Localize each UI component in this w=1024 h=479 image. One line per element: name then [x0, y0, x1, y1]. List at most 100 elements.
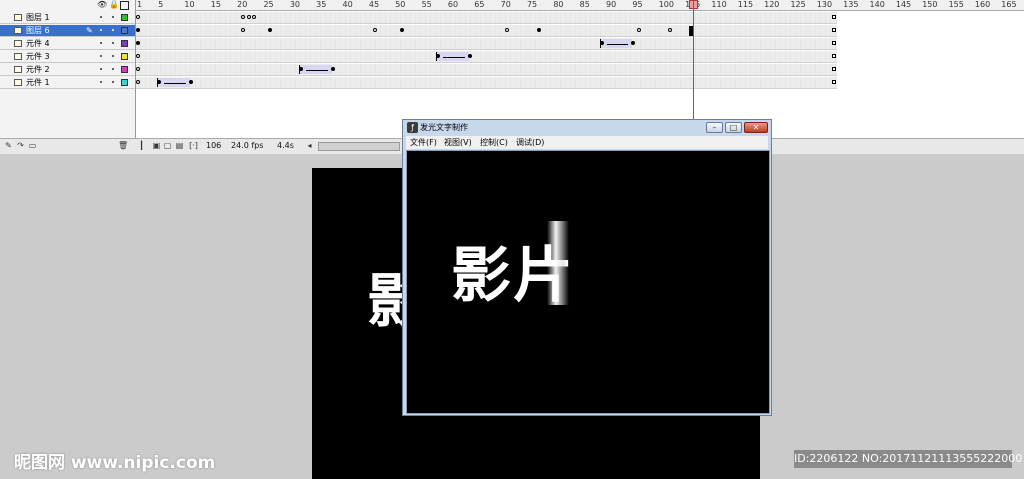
tween-arrow	[606, 44, 629, 45]
onion-skin-icon[interactable]: ▣	[152, 141, 161, 150]
layer-row[interactable]: 元件 1	[0, 77, 135, 89]
span-end-marker[interactable]	[831, 54, 836, 58]
keyframe[interactable]	[373, 28, 378, 32]
motion-tween[interactable]	[299, 65, 332, 74]
keyframe[interactable]	[246, 15, 251, 19]
ruler-tick-label: 150	[922, 0, 938, 9]
layer-type-icon	[14, 14, 22, 21]
frame-row[interactable]	[136, 25, 837, 37]
modify-markers-icon[interactable]: [·]	[189, 141, 198, 150]
keyframe[interactable]	[136, 41, 140, 45]
menu-control[interactable]: 控制(C)	[480, 137, 508, 148]
keyframe[interactable]	[136, 15, 140, 19]
outline-color-swatch[interactable]	[121, 14, 128, 21]
lock-icon[interactable]: 🔒	[109, 0, 119, 9]
span-end-marker[interactable]	[831, 80, 836, 84]
visibility-toggle[interactable]	[100, 68, 102, 70]
span-end-marker[interactable]	[831, 15, 836, 19]
outline-color-swatch[interactable]	[121, 79, 128, 86]
keyframe[interactable]	[136, 54, 140, 58]
layer-row[interactable]: 元件 3	[0, 51, 135, 63]
frame-row[interactable]	[136, 12, 837, 24]
layer-row[interactable]: 图层 6 ✎	[0, 25, 135, 37]
keyframe[interactable]	[330, 67, 335, 71]
visibility-toggle[interactable]	[100, 29, 102, 31]
frame-ruler[interactable]: 1 5 10 15 20 25 30 35 40 45 50 55 60 65 70 75 80 85 90 95 10…	[136, 0, 1024, 11]
keyframe[interactable]	[241, 15, 246, 19]
add-layer-icon[interactable]: ✎	[4, 141, 13, 150]
player-title-bar[interactable]: ƒ 发光文字制作 – □ ✕	[403, 120, 771, 136]
frame-row[interactable]	[136, 77, 837, 89]
timeline-hscroll[interactable]	[318, 142, 400, 151]
keyframe[interactable]	[636, 28, 641, 32]
maximize-button[interactable]: □	[725, 122, 742, 133]
minimize-button[interactable]: –	[706, 122, 723, 133]
layer-row[interactable]: 元件 4	[0, 38, 135, 50]
ruler-tick-label: 145	[895, 0, 912, 9]
keyframe[interactable]	[188, 80, 193, 84]
add-motion-guide-icon[interactable]: ↷	[16, 141, 25, 150]
edit-multiple-frames-icon[interactable]: ▤	[175, 141, 184, 150]
keyframe[interactable]	[136, 28, 140, 32]
keyframe[interactable]	[599, 41, 604, 45]
lock-toggle[interactable]	[112, 55, 114, 57]
layer-row[interactable]: 图层 1	[0, 12, 135, 24]
outline-color-swatch[interactable]	[121, 66, 128, 73]
scroll-left-icon[interactable]: ◂	[305, 141, 314, 150]
add-folder-icon[interactable]: ▭	[28, 141, 37, 150]
visibility-toggle[interactable]	[100, 55, 102, 57]
visibility-toggle[interactable]	[100, 81, 102, 83]
ruler-tick-label: 35	[316, 0, 327, 9]
onion-outline-icon[interactable]: ▢	[163, 141, 172, 150]
keyframe[interactable]	[504, 28, 509, 32]
player-menu-bar: 文件(F) 视图(V) 控制(C) 调试(D)	[406, 136, 768, 149]
keyframe[interactable]	[399, 28, 404, 32]
lock-toggle[interactable]	[112, 68, 114, 70]
layer-list-header: 👁 🔒	[0, 0, 135, 10]
visibility-toggle[interactable]	[100, 16, 102, 18]
ruler-tick-label: 165	[1001, 0, 1017, 9]
tween-arrow	[443, 57, 465, 58]
motion-tween[interactable]	[436, 52, 469, 61]
outline-color-swatch[interactable]	[121, 53, 128, 60]
outline-icon[interactable]	[120, 1, 129, 10]
keyframe[interactable]	[267, 28, 272, 32]
keyframe[interactable]	[251, 15, 256, 19]
menu-file[interactable]: 文件(F)	[410, 137, 437, 148]
layer-row[interactable]: 元件 2	[0, 64, 135, 76]
lock-toggle[interactable]	[112, 16, 114, 18]
ruler-tick-label: 20	[237, 0, 248, 9]
lock-toggle[interactable]	[112, 81, 114, 83]
keyframe[interactable]	[668, 28, 673, 32]
ruler-tick-label: 55	[421, 0, 432, 9]
motion-tween[interactable]	[599, 39, 633, 48]
motion-tween[interactable]	[157, 78, 190, 87]
keyframe[interactable]	[631, 41, 636, 45]
frame-row[interactable]	[136, 64, 837, 76]
frame-grid[interactable]: 1 5 10 15 20 25 30 35 40 45 50 55 60 65 70 75 80 85 90 95 10…	[136, 0, 1024, 138]
keyframe[interactable]	[468, 54, 472, 58]
tween-arrow	[164, 83, 186, 84]
frame-row[interactable]	[136, 38, 837, 50]
frame-row[interactable]	[136, 51, 837, 63]
keyframe[interactable]	[136, 80, 140, 84]
lock-toggle[interactable]	[112, 29, 114, 31]
keyframe[interactable]	[136, 67, 140, 71]
menu-debug[interactable]: 调试(D)	[516, 137, 544, 148]
outline-color-swatch[interactable]	[121, 27, 128, 34]
eye-icon[interactable]: 👁	[97, 0, 107, 9]
lock-toggle[interactable]	[112, 42, 114, 44]
elapsed-time-value: 4.4s	[277, 141, 294, 150]
outline-color-swatch[interactable]	[121, 40, 128, 47]
center-frame-icon[interactable]: ┃	[137, 141, 146, 150]
keyframe[interactable]	[241, 28, 246, 32]
ruler-tick-label: 5	[158, 0, 164, 9]
span-end-marker[interactable]	[831, 28, 836, 32]
span-end-marker[interactable]	[831, 67, 836, 71]
close-button[interactable]: ✕	[744, 122, 768, 133]
span-end-marker[interactable]	[831, 41, 836, 45]
menu-view[interactable]: 视图(V)	[444, 137, 472, 148]
visibility-toggle[interactable]	[100, 42, 102, 44]
delete-layer-icon[interactable]: 🗑	[118, 141, 128, 150]
keyframe[interactable]	[536, 28, 541, 32]
